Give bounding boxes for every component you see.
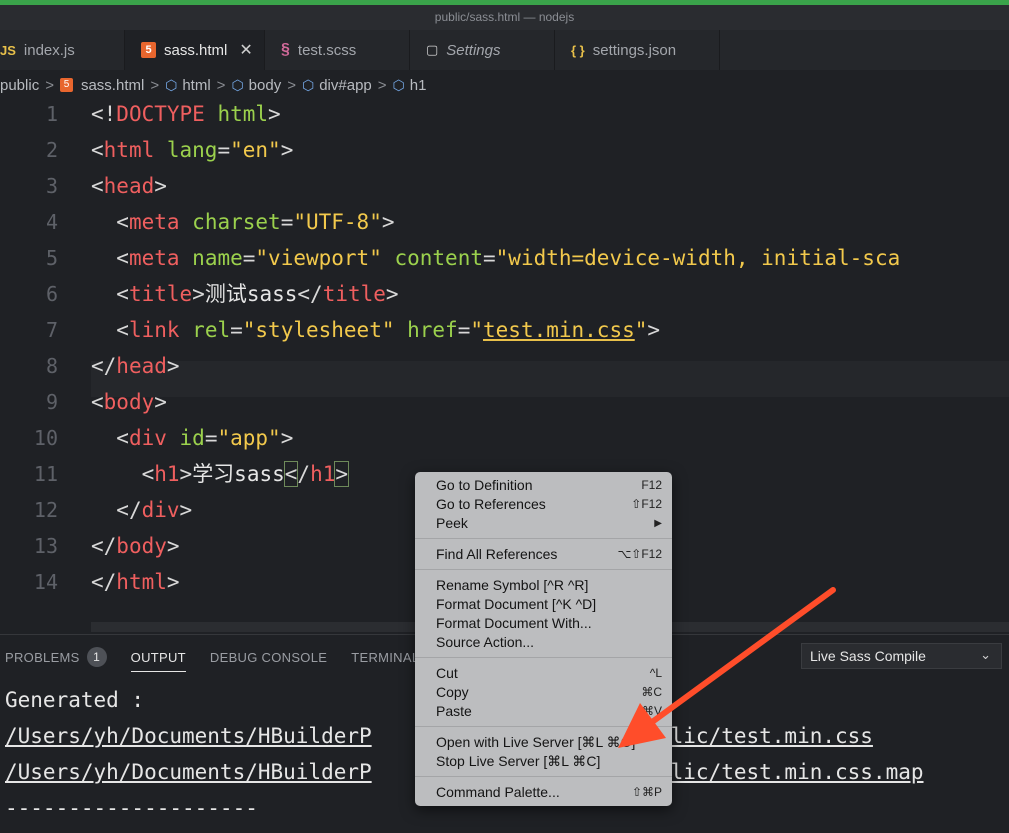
arrow-shaft — [645, 587, 836, 728]
arrow-head — [618, 703, 666, 748]
annotation-arrow — [618, 587, 836, 748]
